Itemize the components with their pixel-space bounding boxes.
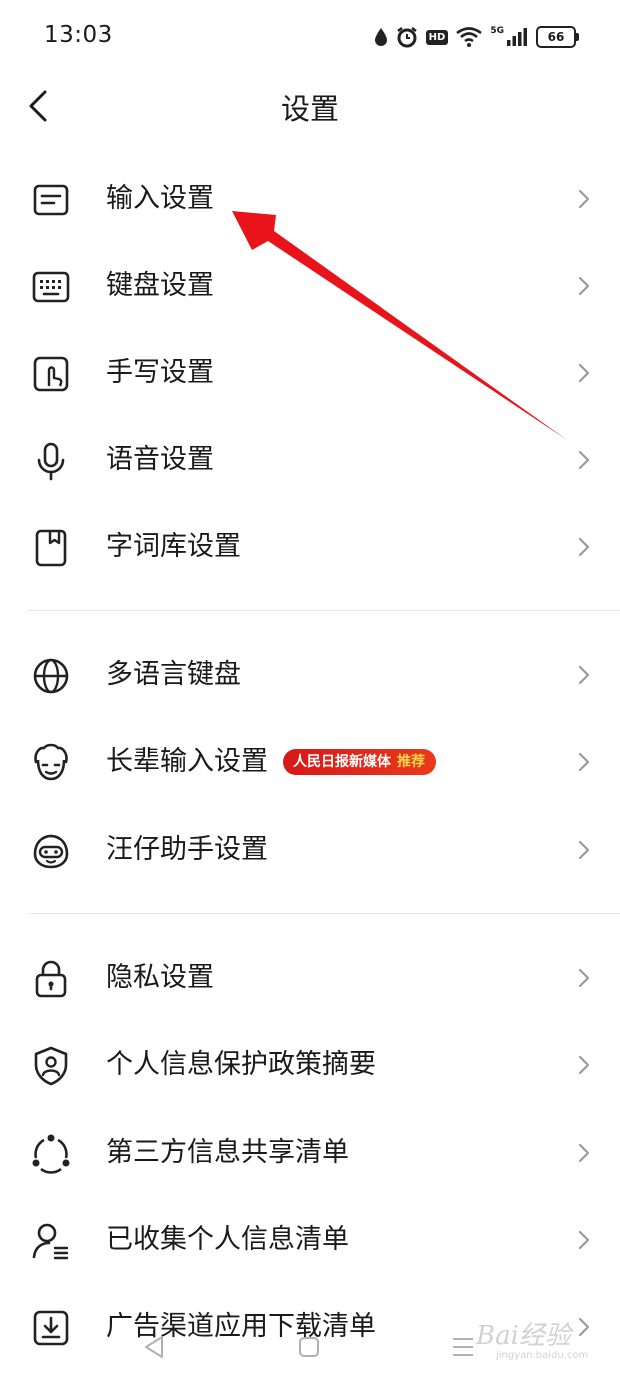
- chevron-right-icon: [578, 363, 590, 383]
- microphone-icon: [37, 442, 65, 481]
- item-label: 已收集个人信息清单: [106, 1224, 349, 1255]
- watermark-sub: jingyan.baidu.com: [496, 1350, 589, 1361]
- mascot-icon: [33, 834, 69, 869]
- battery-icon: 66: [536, 26, 579, 48]
- lock-icon: [35, 960, 67, 998]
- wifi-icon: [456, 27, 483, 47]
- chevron-right-icon: [578, 450, 590, 470]
- item-label: 字词库设置: [106, 531, 241, 562]
- page-title: 设置: [280, 92, 339, 126]
- item-label: 隐私设置: [106, 962, 214, 993]
- status-icons: HD 5G 66: [374, 22, 579, 52]
- badge-text: 人民日报新媒体: [293, 754, 391, 770]
- settings-item-voice[interactable]: 语音设置: [0, 416, 620, 503]
- water-drop-icon: [374, 28, 387, 46]
- item-label: 长辈输入设置: [106, 746, 268, 777]
- settings-item-third-party[interactable]: 第三方信息共享清单: [0, 1109, 620, 1196]
- watermark-main: Bai经验: [476, 1321, 571, 1351]
- badge-highlight: 推荐: [397, 754, 425, 770]
- chevron-right-icon: [578, 276, 590, 296]
- header: 设置: [0, 72, 620, 142]
- section-divider: [28, 610, 620, 611]
- shield-person-icon: [34, 1046, 68, 1086]
- chevron-right-icon: [578, 1055, 590, 1075]
- chevron-right-icon: [578, 1143, 590, 1163]
- input-settings-icon: [33, 184, 69, 216]
- signal-icon: [507, 28, 527, 46]
- item-label: 语音设置: [106, 444, 214, 475]
- settings-item-privacy-policy[interactable]: 个人信息保护政策摘要: [0, 1021, 620, 1108]
- settings-item-privacy[interactable]: 隐私设置: [0, 934, 620, 1021]
- chevron-right-icon: [578, 537, 590, 557]
- keyboard-icon: [32, 271, 70, 303]
- nav-back-icon[interactable]: [142, 1334, 166, 1360]
- settings-item-handwriting[interactable]: 手写设置: [0, 329, 620, 416]
- dictionary-icon: [35, 529, 67, 567]
- recommend-badge: 人民日报新媒体 推荐: [283, 749, 436, 775]
- item-label: 汪仔助手设置: [106, 834, 268, 865]
- nav-home-icon[interactable]: [297, 1334, 321, 1360]
- item-label: 个人信息保护政策摘要: [106, 1049, 376, 1080]
- person-list-icon: [32, 1223, 69, 1260]
- chevron-right-icon: [578, 665, 590, 685]
- settings-item-assistant[interactable]: 汪仔助手设置: [0, 806, 620, 893]
- item-label: 第三方信息共享清单: [106, 1137, 349, 1168]
- alarm-icon: [396, 27, 417, 48]
- chevron-right-icon: [578, 752, 590, 772]
- settings-item-dictionary[interactable]: 字词库设置: [0, 503, 620, 590]
- baidu-watermark: Bai经验 jingyan.baidu.com: [476, 1322, 606, 1372]
- chevron-right-icon: [578, 840, 590, 860]
- share-icon: [32, 1134, 70, 1174]
- chevron-right-icon: [578, 189, 590, 209]
- nav-recent-icon[interactable]: [450, 1334, 476, 1360]
- status-time: 13:03: [44, 22, 113, 48]
- battery-level: 66: [547, 30, 565, 44]
- chevron-right-icon: [578, 1230, 590, 1250]
- settings-item-collected-info[interactable]: 已收集个人信息清单: [0, 1196, 620, 1283]
- handwriting-icon: [33, 356, 69, 392]
- item-label: 输入设置: [106, 183, 214, 214]
- hd-badge: HD: [425, 29, 449, 45]
- chevron-right-icon: [578, 968, 590, 988]
- section-divider: [28, 913, 620, 914]
- status-bar: 13:03 HD 5G 66: [0, 0, 620, 72]
- item-label: 键盘设置: [106, 270, 214, 301]
- globe-icon: [33, 658, 69, 694]
- settings-item-keyboard[interactable]: 键盘设置: [0, 242, 620, 329]
- item-label: 手写设置: [106, 357, 214, 388]
- network-type: 5G: [490, 26, 504, 36]
- item-label: 多语言键盘: [106, 659, 241, 690]
- settings-item-elder-input[interactable]: 长辈输入设置 人民日报新媒体 推荐: [0, 718, 620, 805]
- settings-item-input[interactable]: 输入设置: [0, 155, 620, 242]
- settings-item-multilanguage[interactable]: 多语言键盘: [0, 631, 620, 718]
- elder-face-icon: [34, 743, 68, 781]
